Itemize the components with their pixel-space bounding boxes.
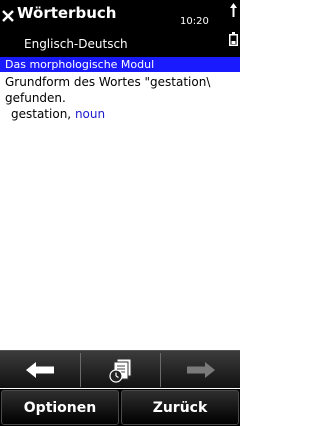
- result-message-line: Grundform des Wortes "gestation\: [5, 75, 211, 89]
- morphology-module-header: Das morphologische Modul: [0, 57, 240, 72]
- back-button[interactable]: [0, 351, 80, 388]
- close-icon[interactable]: [1, 9, 15, 23]
- arrow-left-icon: [26, 361, 54, 378]
- softkey-bar: Optionen Zurück: [0, 389, 240, 426]
- app-title: Wörterbuch: [17, 4, 117, 22]
- forward-button[interactable]: [161, 351, 241, 388]
- battery-icon: [229, 32, 238, 46]
- result-message: Grundform des Wortes "gestation\ gefunde…: [5, 74, 237, 106]
- toolbar: [0, 350, 240, 388]
- history-icon: [109, 358, 132, 383]
- options-button[interactable]: Optionen: [1, 390, 119, 425]
- arrow-right-icon: [187, 361, 215, 378]
- language-pair-label[interactable]: Englisch-Deutsch: [24, 37, 128, 51]
- history-button[interactable]: [81, 351, 161, 388]
- result-message-line: gefunden.: [5, 91, 66, 105]
- back-softkey-button[interactable]: Zurück: [121, 390, 239, 425]
- entry-headword[interactable]: gestation: [11, 107, 67, 121]
- dictionary-entry[interactable]: gestation, noun: [11, 106, 105, 122]
- title-bar: Wörterbuch Englisch-Deutsch 10:20: [0, 0, 240, 57]
- clock: 10:20: [180, 16, 209, 27]
- entry-part-of-speech[interactable]: noun: [75, 107, 105, 121]
- entry-separator: ,: [67, 107, 72, 121]
- signal-strength-icon: [230, 3, 237, 17]
